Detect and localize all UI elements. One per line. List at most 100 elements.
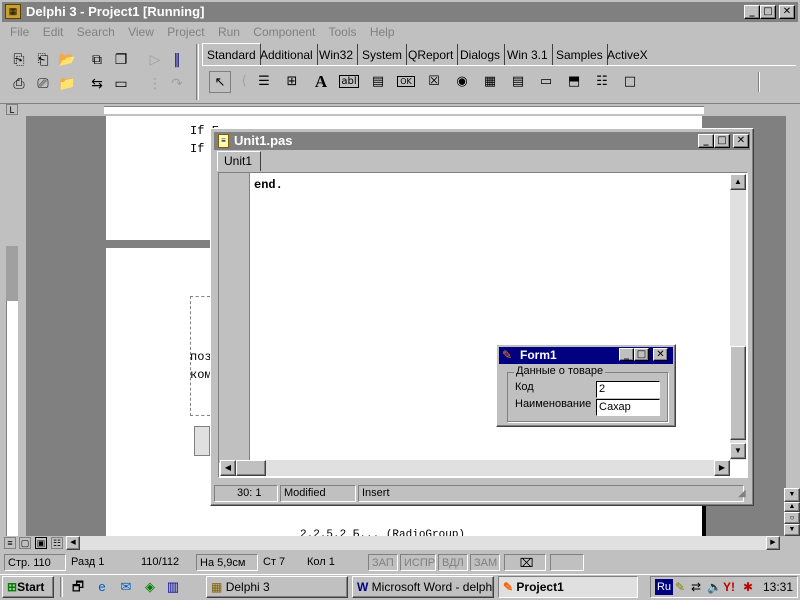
form1-minimize-button[interactable]: _ [619,348,634,361]
tab-dialogs[interactable]: Dialogs [456,44,506,66]
save-all-icon[interactable]: ⧉ [86,50,108,70]
status-ext[interactable]: ВДЛ [438,554,468,571]
palette-scroll[interactable] [758,72,760,92]
memo-icon[interactable]: ▤ [367,71,389,93]
form1-title-bar[interactable]: ✎ Form1 _ □ ✕ [499,347,673,364]
add-file-icon[interactable]: ⎙ [8,74,30,94]
scrollbar-icon[interactable]: ▭ [535,71,557,93]
normal-view-icon[interactable]: ≡ [4,537,16,549]
scroll-left-icon[interactable]: ◀ [220,460,236,476]
volume-icon[interactable]: 🔈 [707,579,723,595]
open-icon[interactable]: ⎗ [32,50,54,70]
page-view-icon[interactable]: ▣ [35,537,47,549]
menu-tools[interactable]: Tools [328,25,356,39]
trace-icon[interactable]: ⋮ [144,74,166,94]
view-forms-icon[interactable]: ❐ [110,50,132,70]
new-form-icon[interactable]: ▭ [110,74,132,94]
status-ovr[interactable]: ЗАМ [470,554,500,571]
menu-run[interactable]: Run [218,25,240,39]
tab-standard[interactable]: Standard [202,43,261,65]
menu-edit[interactable]: Edit [43,25,64,39]
pause-icon[interactable]: ‖ [166,50,188,70]
open-project-icon[interactable]: 📂 [56,50,78,70]
scroll-up-icon[interactable]: ▲ [730,174,746,190]
tab-system[interactable]: System [358,44,408,66]
groupbox-icon[interactable]: ⬒ [563,71,585,93]
checkbox-icon[interactable]: ☒ [423,71,445,93]
close-button[interactable]: ✕ [779,5,795,19]
status-rec[interactable]: ЗАП [368,554,398,571]
menu-file[interactable]: File [10,25,29,39]
task-word[interactable]: W Microsoft Word - delphi [352,576,494,598]
menu-project[interactable]: Project [167,25,204,39]
button-icon[interactable]: OK [395,71,417,93]
word-vscroll[interactable]: ▼ ▲ ○ ▼ [784,488,800,536]
editor-maximize-button[interactable]: □ [714,134,730,148]
mainmenu-icon[interactable]: ☰ [253,71,275,93]
radiogroup-icon[interactable]: ☷ [591,71,613,93]
tab-qreport[interactable]: QReport [404,44,459,66]
scroll-down-icon[interactable]: ▼ [730,443,746,459]
next-page-icon[interactable]: ▼ [784,524,800,536]
tab-selector[interactable]: L [6,104,18,115]
panel-icon[interactable]: □ [619,71,641,93]
tray-app-icon[interactable]: ✎ [675,579,691,595]
step-over-icon[interactable]: ↷ [166,74,188,94]
select-browse-icon[interactable]: ○ [784,512,800,524]
task-delphi[interactable]: ▦ Delphi 3 [206,576,348,598]
name-input[interactable]: Сахар [596,399,660,416]
ruler-bar[interactable] [104,106,704,114]
radiobutton-icon[interactable]: ◉ [451,71,473,93]
prev-page-icon[interactable]: ▲ [784,502,800,512]
menu-view[interactable]: View [128,25,154,39]
language-indicator[interactable]: Ru [655,579,673,595]
menu-component[interactable]: Component [253,25,315,39]
save-icon[interactable]: 📁 [56,74,78,94]
outlook-icon[interactable]: ✉ [118,579,134,595]
task-project1[interactable]: ✎ Project1 [498,576,638,598]
size-grip-icon[interactable]: ◢ [738,488,750,500]
run-icon[interactable]: ▷ [144,50,166,70]
tray-y-icon[interactable]: Y! [723,579,741,595]
horizontal-scrollbar[interactable]: ◀ ▶ [220,460,730,476]
tab-samples[interactable]: Samples [552,44,608,66]
channels-icon[interactable]: ◈ [142,579,158,595]
pointer-icon[interactable]: ↖ [209,71,231,93]
editor-minimize-button[interactable]: _ [698,134,714,148]
title-bar[interactable]: ▦ Delphi 3 - Project1 [Running] _ □ ✕ [2,2,798,22]
minimize-button[interactable]: _ [744,5,760,19]
splitter[interactable] [196,44,199,100]
hscroll-left-icon[interactable]: ◀ [66,536,80,550]
tab-unit1[interactable]: Unit1 [217,151,261,171]
scroll-thumb[interactable] [730,346,746,440]
listbox-icon[interactable]: ▦ [479,71,501,93]
tab-win31[interactable]: Win 3.1 [503,44,553,66]
word-scroll-down-icon[interactable]: ▼ [784,488,800,502]
toggle-form-icon[interactable]: ⇆ [86,74,108,94]
tray-misc-icon[interactable]: ✱ [743,579,759,595]
popupmenu-icon[interactable]: ⊞ [281,71,303,93]
clock[interactable]: 13:31 [763,579,793,595]
editor-close-button[interactable]: ✕ [733,134,749,148]
label-icon[interactable]: A [310,71,332,93]
maximize-button[interactable]: □ [760,5,776,19]
show-desktop-icon[interactable]: 🗗 [70,579,86,595]
form1-close-button[interactable]: ✕ [653,348,668,361]
start-button[interactable]: ⊞Start [2,576,54,598]
editor-area[interactable]: end. ▲ ▼ ◀ ▶ [218,172,748,478]
combobox-icon[interactable]: ▤ [507,71,529,93]
new-icon[interactable]: ⎘ [8,50,30,70]
internet-explorer-icon[interactable]: e [94,579,110,595]
menu-search[interactable]: Search [77,25,115,39]
spelling-status-icon[interactable]: ⌧ [504,554,546,571]
word-hscroll-track[interactable] [80,536,766,550]
network-icon[interactable]: ⇄ [691,579,707,595]
menu-help[interactable]: Help [370,25,395,39]
tab-win32[interactable]: Win32 [315,44,359,66]
vertical-scrollbar[interactable]: ▲ ▼ [730,174,746,460]
volumes-icon[interactable]: ▥ [165,579,181,595]
tab-additional[interactable]: Additional [256,44,318,66]
code-input[interactable]: 2 [596,381,660,398]
tab-activex[interactable]: ActiveX [603,44,652,66]
scroll-right-icon[interactable]: ▶ [714,460,730,476]
